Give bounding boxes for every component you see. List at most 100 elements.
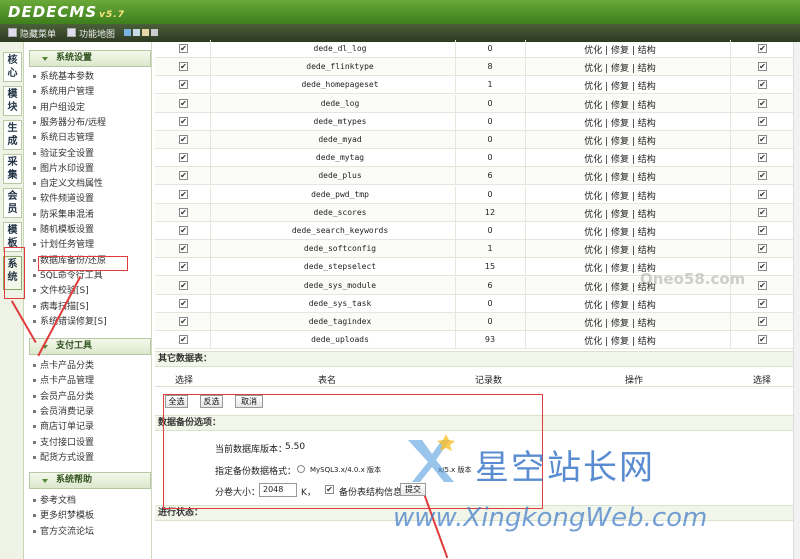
row-checkbox-right[interactable]: ✔ <box>758 98 767 108</box>
menu-header-help[interactable]: 系统帮助 <box>29 472 151 489</box>
row-actions[interactable]: 优化 | 修复 | 结构 <box>555 261 685 274</box>
row-checkbox-right[interactable]: ✔ <box>758 135 767 144</box>
row-actions[interactable]: 优化 | 修复 | 结构 <box>555 152 685 165</box>
tab-core[interactable]: 核心 <box>3 52 22 82</box>
row-checkbox[interactable]: ✔ <box>179 80 188 90</box>
row-checkbox-right[interactable]: ✔ <box>758 62 767 72</box>
tab-member[interactable]: 会员 <box>3 188 22 218</box>
row-actions[interactable]: 优化 | 修复 | 结构 <box>555 225 685 238</box>
menu-item[interactable]: 用户组设定 <box>33 101 85 115</box>
row-checkbox-right[interactable]: ✔ <box>758 116 767 126</box>
menu-item[interactable]: 系统基本参数 <box>33 70 94 84</box>
row-checkbox-right[interactable]: ✔ <box>758 189 767 199</box>
row-checkbox-right[interactable]: ✔ <box>758 244 767 254</box>
menu-item[interactable]: 商店订单记录 <box>33 420 94 434</box>
col-records: 记录数 <box>475 376 503 386</box>
row-actions[interactable]: 优化 | 修复 | 结构 <box>555 243 685 256</box>
row-actions[interactable]: 优化 | 修复 | 结构 <box>555 207 685 220</box>
tab-collect[interactable]: 采集 <box>3 154 22 184</box>
hide-menu-link[interactable]: 隐藏菜单 <box>20 27 56 40</box>
table-name: dede_flinktype <box>306 62 374 72</box>
row-actions[interactable]: 优化 | 修复 | 结构 <box>555 79 685 92</box>
menu-item[interactable]: 支付接口设置 <box>33 436 94 450</box>
function-map-link[interactable]: 功能地图 <box>79 27 115 40</box>
row-actions[interactable]: 优化 | 修复 | 结构 <box>555 98 685 111</box>
row-checkbox[interactable]: ✔ <box>179 116 188 126</box>
menu-item[interactable]: 官方交流论坛 <box>33 525 94 539</box>
menu-item[interactable]: 会员产品分类 <box>33 390 94 404</box>
tab-generate[interactable]: 生成 <box>3 120 22 150</box>
row-checkbox[interactable]: ✔ <box>179 298 188 308</box>
menu-item[interactable]: 软件频道设置 <box>33 192 94 206</box>
menu-item[interactable]: 点卡产品分类 <box>33 359 94 373</box>
menu-item-label: 参考文档 <box>40 496 77 506</box>
menu-item[interactable]: 会员消费记录 <box>33 405 94 419</box>
table-row: ✔ dede_homepageset 1 优化 | 修复 | 结构 ✔ <box>155 76 800 95</box>
menu-item[interactable]: 自定义文档属性 <box>33 177 103 191</box>
row-checkbox[interactable]: ✔ <box>179 135 188 144</box>
menu-item[interactable]: 验证安全设置 <box>33 147 94 161</box>
row-actions[interactable]: 优化 | 修复 | 结构 <box>555 189 685 202</box>
row-checkbox-right[interactable]: ✔ <box>758 207 767 217</box>
row-checkbox[interactable]: ✔ <box>179 44 188 53</box>
scrollbar[interactable] <box>793 42 800 559</box>
row-actions[interactable]: 优化 | 修复 | 结构 <box>555 298 685 311</box>
menu-item-label: 更多织梦模板 <box>40 511 95 522</box>
row-checkbox[interactable]: ✔ <box>179 226 188 235</box>
row-actions[interactable]: 优化 | 修复 | 结构 <box>555 116 685 129</box>
row-checkbox-right[interactable]: ✔ <box>758 298 767 308</box>
row-checkbox[interactable]: ✔ <box>179 171 188 181</box>
row-checkbox-right[interactable]: ✔ <box>758 262 767 272</box>
row-actions[interactable]: 优化 | 修复 | 结构 <box>555 134 685 147</box>
menu-item[interactable]: 配货方式设置 <box>33 451 94 465</box>
row-checkbox[interactable]: ✔ <box>179 98 188 108</box>
row-checkbox-right[interactable]: ✔ <box>758 80 767 90</box>
row-checkbox[interactable]: ✔ <box>179 244 188 254</box>
menu-header-system[interactable]: 系统设置 <box>29 50 151 67</box>
row-actions[interactable]: 优化 | 修复 | 结构 <box>555 170 685 183</box>
row-checkbox-right[interactable]: ✔ <box>758 153 767 163</box>
menu-item-label: 图片水印设置 <box>40 163 95 174</box>
menu-header-pay[interactable]: 支付工具 <box>29 338 151 355</box>
row-actions[interactable]: 优化 | 修复 | 结构 <box>555 61 685 74</box>
row-checkbox-right[interactable]: ✔ <box>758 44 767 53</box>
menu-item[interactable]: 文件校验[S] <box>33 284 89 298</box>
map-icon[interactable] <box>67 28 76 37</box>
menu-item[interactable]: 系统错误修复[S] <box>33 315 107 329</box>
menu-item[interactable]: 参考文档 <box>33 494 76 508</box>
menu-item[interactable]: 服务器分布/远程 <box>33 116 106 130</box>
row-checkbox-right[interactable]: ✔ <box>758 226 767 235</box>
row-checkbox[interactable]: ✔ <box>179 62 188 72</box>
row-checkbox[interactable]: ✔ <box>179 280 188 290</box>
tan-skin-icon[interactable] <box>142 29 149 36</box>
menu-item[interactable]: 系统用户管理 <box>33 85 94 99</box>
tab-module[interactable]: 模块 <box>3 86 22 116</box>
row-checkbox[interactable]: ✔ <box>179 335 188 345</box>
table-name: dede_tagindex <box>308 317 372 326</box>
menu-item[interactable]: 图片水印设置 <box>33 162 94 176</box>
light-skin-icon[interactable] <box>133 29 140 36</box>
row-checkbox[interactable]: ✔ <box>179 153 188 163</box>
row-actions[interactable]: 优化 | 修复 | 结构 <box>555 280 685 293</box>
menu-item[interactable]: 随机模板设置 <box>33 223 94 237</box>
col-table: 表名 <box>318 376 337 386</box>
row-checkbox[interactable]: ✔ <box>179 189 188 199</box>
row-checkbox-right[interactable]: ✔ <box>758 171 767 181</box>
row-checkbox-right[interactable]: ✔ <box>758 317 767 326</box>
row-actions[interactable]: 优化 | 修复 | 结构 <box>555 334 685 347</box>
menu-icon[interactable] <box>8 28 17 37</box>
row-actions[interactable]: 优化 | 修复 | 结构 <box>555 43 685 56</box>
menu-item[interactable]: 计划任务管理 <box>33 238 94 252</box>
gray-skin-icon[interactable] <box>151 29 158 36</box>
blue-skin-icon[interactable] <box>124 29 131 36</box>
menu-item[interactable]: 系统日志管理 <box>33 131 94 145</box>
row-actions[interactable]: 优化 | 修复 | 结构 <box>555 316 685 329</box>
menu-item[interactable]: 更多织梦模板 <box>33 509 94 523</box>
row-checkbox-right[interactable]: ✔ <box>758 280 767 290</box>
row-checkbox-right[interactable]: ✔ <box>758 335 767 345</box>
row-checkbox[interactable]: ✔ <box>179 317 188 326</box>
menu-item[interactable]: 防采集串混淆 <box>33 208 94 222</box>
menu-item[interactable]: 点卡产品管理 <box>33 374 94 388</box>
row-checkbox[interactable]: ✔ <box>179 207 188 217</box>
row-checkbox[interactable]: ✔ <box>179 262 188 272</box>
